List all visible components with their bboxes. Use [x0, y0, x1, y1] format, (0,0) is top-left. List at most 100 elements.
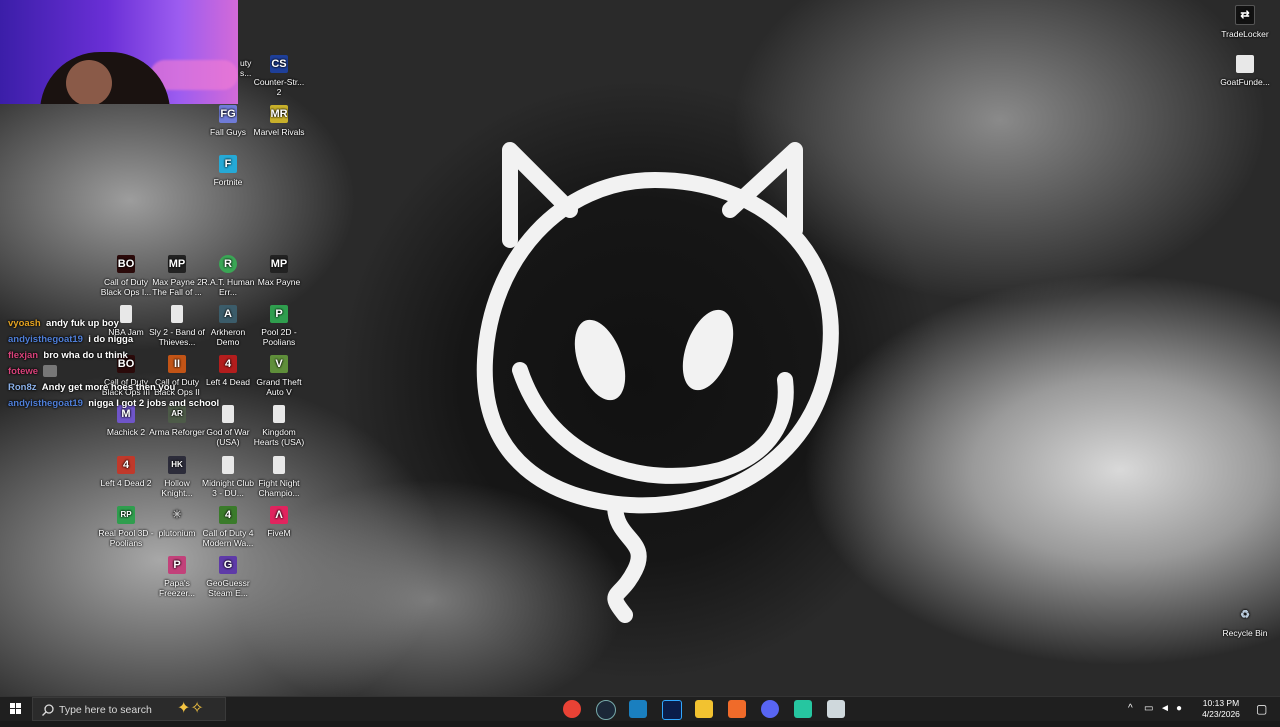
goatfunded-icon — [1236, 55, 1254, 73]
desktop-icon-hollow-knight[interactable]: HK Hollow Knight... — [149, 456, 205, 498]
icon-label: Fall Guys — [210, 127, 246, 137]
app-taskbar-icon[interactable] — [794, 700, 812, 718]
desktop-icon-fortnite[interactable]: F Fortnite — [200, 155, 256, 187]
icon-label: TradeLocker — [1221, 29, 1269, 39]
chat-username: andyisthegoat19 — [8, 398, 83, 409]
icon-label: GoatFunde... — [1220, 77, 1270, 87]
file-icon — [273, 405, 285, 423]
chat-message: Ron8z Andy get more hoes then you — [8, 380, 219, 396]
search-placeholder: Type here to search — [59, 704, 152, 716]
icon-label: Call of Duty Black Ops I... — [100, 277, 152, 297]
discord-taskbar-icon[interactable] — [761, 700, 779, 718]
desktop-icon-kingdom-hearts[interactable]: Kingdom Hearts (USA) — [251, 405, 307, 447]
chat-username: vyoash — [8, 318, 41, 329]
desktop-icon-fivem[interactable]: Λ FiveM — [251, 506, 307, 538]
desktop-icon-cod-4-mw[interactable]: 4 Call of Duty 4 Modern Wa... — [200, 506, 256, 548]
icon-label: plutonium — [158, 528, 196, 538]
fall-guys-icon: FG — [219, 105, 237, 123]
desktop-icon-fall-guys[interactable]: FG Fall Guys — [200, 105, 256, 137]
chevron-up-icon[interactable]: ^ — [1128, 703, 1133, 727]
taskbar: Type here to search ✦✧ ^ ▭ ◄ ● 10:13 PM … — [0, 696, 1280, 721]
desktop-icon-gta-v[interactable]: V Grand Theft Auto V — [251, 355, 307, 397]
desktop-icon-recycle-bin[interactable]: ♻ Recycle Bin — [1217, 606, 1273, 638]
icon-label: Marvel Rivals — [253, 127, 305, 137]
chat-message: vyoash andy fuk up boy — [8, 316, 219, 332]
clock-date: 4/23/2026 — [1202, 709, 1240, 719]
vs-code-taskbar-icon[interactable] — [629, 700, 647, 718]
icon-label: uty s... — [240, 58, 252, 78]
desktop-icon-real-pool-3d[interactable]: RP Real Pool 3D - Poolians — [98, 506, 154, 548]
chat-text: Andy get more hoes then you — [41, 382, 176, 393]
icon-label: Real Pool 3D - Poolians — [98, 528, 154, 548]
tradelocker-icon: ⇄ — [1235, 5, 1255, 25]
photoshop-taskbar-icon[interactable] — [662, 700, 682, 720]
desktop-icon-counter-strike[interactable]: CS Counter-Str... 2 — [251, 55, 307, 97]
icon-label: Max Payne — [257, 277, 301, 287]
desktop-icon-marvel-rivals[interactable]: MR Marvel Rivals — [251, 105, 307, 137]
webcam-overlay — [0, 0, 238, 104]
icon-label: FiveM — [267, 528, 291, 538]
icon-label: Machick 2 — [106, 427, 146, 437]
icon-label: Pool 2D - Poolians — [261, 327, 297, 347]
desktop-icon-max-payne[interactable]: MP Max Payne — [251, 255, 307, 287]
steam-taskbar-icon[interactable] — [596, 700, 616, 720]
stream-chat-overlay: vyoash andy fuk up boy andyisthegoat19 i… — [8, 316, 219, 412]
taskbar-search-box[interactable]: Type here to search ✦✧ — [32, 697, 226, 721]
clock-time: 10:13 PM — [1202, 698, 1240, 708]
file-icon — [273, 456, 285, 474]
real-pool-3d-icon: RP — [117, 506, 135, 524]
pool-2d-icon: P — [270, 305, 288, 323]
devil-smiley-wallpaper-art — [476, 142, 839, 623]
file-icon — [222, 405, 234, 423]
taskbar-clock[interactable]: 10:13 PM 4/23/2026 — [1196, 698, 1246, 720]
icon-label: Kingdom Hearts (USA) — [253, 427, 305, 447]
icon-label: R.A.T. Human Err... — [201, 277, 255, 297]
desktop-icon-papas-freezeria[interactable]: P Papa's Freezer... — [149, 556, 205, 598]
chat-username: Ron8z — [8, 382, 37, 393]
desktop-icon-left-4-dead-2[interactable]: 4 Left 4 Dead 2 — [98, 456, 154, 488]
desktop-icon-plutonium[interactable]: ✳ plutonium — [149, 506, 205, 538]
chat-username: fotewe — [8, 366, 39, 377]
geoguessr-icon: G — [219, 556, 237, 574]
chat-emote — [43, 365, 58, 378]
desktop-icon-fight-night[interactable]: Fight Night Champio... — [251, 456, 307, 498]
desktop-icon-max-payne-2[interactable]: MP Max Payne 2 The Fall of ... — [149, 255, 205, 297]
icon-label: Counter-Str... 2 — [253, 77, 305, 97]
icon-label: Papa's Freezer... — [159, 578, 195, 598]
brave-taskbar-icon[interactable] — [728, 700, 746, 718]
battery-icon[interactable]: ▭ — [1144, 703, 1153, 727]
fivem-icon: Λ — [270, 506, 288, 524]
desktop-icon-midnight-club-3[interactable]: Midnight Club 3 - DU... — [200, 456, 256, 498]
chat-text: bro wha do u think — [43, 350, 128, 361]
desktop-icon-goatfunded[interactable]: GoatFunde... — [1217, 55, 1273, 87]
fortnite-icon: F — [219, 155, 237, 173]
file-explorer-taskbar-icon[interactable] — [695, 700, 713, 718]
microphone-icon[interactable]: ● — [1176, 703, 1182, 727]
speaker-icon[interactable]: ◄ — [1160, 703, 1170, 727]
left-4-dead-icon: 4 — [219, 355, 237, 373]
chrome-taskbar-icon[interactable] — [563, 700, 581, 718]
icon-label: God of War (USA) — [206, 427, 250, 447]
desktop-icon-rat[interactable]: R R.A.T. Human Err... — [200, 255, 256, 297]
chat-message: andyisthegoat19 nigga I got 2 jobs and s… — [8, 396, 219, 412]
arkheron-icon: A — [219, 305, 237, 323]
start-button[interactable] — [0, 697, 32, 721]
notepad-taskbar-icon[interactable] — [827, 700, 845, 718]
icon-label: Recycle Bin — [1222, 628, 1268, 638]
rat-icon: R — [219, 255, 237, 273]
left-4-dead-2-icon: 4 — [117, 456, 135, 474]
windows-logo-icon — [10, 703, 21, 714]
desktop-icon-geoguessr[interactable]: G GeoGuessr Steam E... — [200, 556, 256, 598]
desktop-icon-pool-2d[interactable]: P Pool 2D - Poolians — [251, 305, 307, 347]
chat-text: andy fuk up boy — [46, 318, 119, 329]
chat-username: flexjan — [8, 350, 39, 361]
desktop-icon-cod-black-ops[interactable]: BO Call of Duty Black Ops I... — [98, 255, 154, 297]
notification-icon[interactable]: ▢ — [1256, 702, 1267, 726]
desktop-icon-tradelocker[interactable]: ⇄ TradeLocker — [1217, 5, 1273, 39]
max-payne-icon: MP — [270, 255, 288, 273]
cod-black-ops-icon: BO — [117, 255, 135, 273]
marvel-rivals-icon: MR — [270, 105, 288, 123]
icon-label: Fight Night Champio... — [258, 478, 300, 498]
chat-message: fotewe — [8, 364, 219, 380]
webcam-person-head — [66, 60, 112, 104]
